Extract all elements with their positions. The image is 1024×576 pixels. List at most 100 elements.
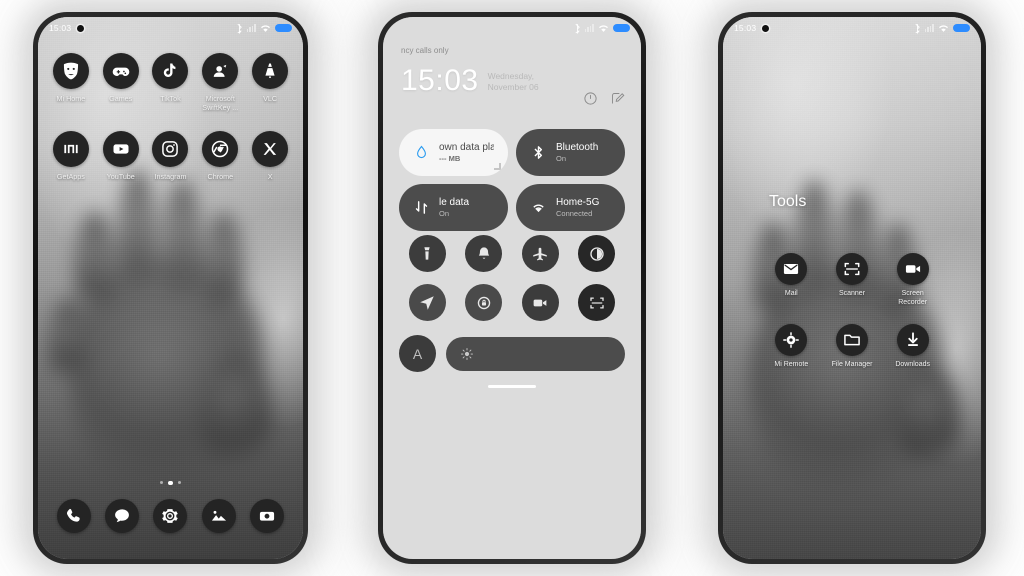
resize-handle-icon[interactable] [494, 163, 501, 170]
edit-icon[interactable] [610, 91, 625, 111]
phone-icon [57, 499, 92, 533]
signal-icon [924, 24, 934, 32]
status-time: 15:03 [734, 23, 757, 33]
dock-phone[interactable] [57, 499, 92, 533]
app-label: GetApps [56, 172, 85, 181]
app-label: TikTok [160, 94, 181, 103]
folder-app-mail[interactable]: Mail [761, 253, 822, 308]
app-getapps[interactable]: GetApps [46, 131, 96, 181]
tile-subtitle: On [556, 154, 567, 163]
gear-icon [153, 499, 188, 533]
tiktok-icon [152, 53, 189, 89]
tile-subtitle: On [439, 209, 450, 218]
page-dot [177, 480, 182, 484]
app-vlc[interactable]: VLC [245, 53, 295, 112]
drag-handle[interactable] [488, 385, 536, 388]
app-instagram[interactable]: Instagram [146, 131, 196, 181]
tile-data-plan[interactable]: own data plan --- MB [399, 129, 508, 176]
screen-record-icon [533, 299, 547, 306]
scanner-icon [590, 296, 604, 309]
sun-icon [461, 347, 473, 360]
chrome-icon [202, 131, 239, 167]
toggle-flashlight[interactable] [408, 235, 446, 272]
toggle-rotation-lock[interactable] [465, 284, 503, 321]
toggle-screen-record[interactable] [521, 284, 559, 321]
carrier-label: ncy calls only [401, 46, 449, 55]
app-label: Downloads [895, 360, 930, 368]
folder-title[interactable]: Tools [769, 193, 806, 211]
auto-brightness-button[interactable]: A [399, 335, 436, 372]
airplane-icon [533, 247, 547, 260]
phone3-display: 15:03 Tools Mail Scanner Screen Recorder… [723, 17, 981, 559]
status-bar: 15:03 [38, 17, 303, 39]
app-mi-home[interactable]: Mi Home [46, 53, 96, 112]
app-chrome[interactable]: Chrome [195, 131, 245, 181]
page-indicator[interactable] [38, 480, 303, 485]
app-x[interactable]: X [245, 131, 295, 181]
battery-icon [613, 23, 630, 33]
toggle-scanner[interactable] [578, 284, 616, 321]
app-label: File Manager [831, 360, 873, 368]
app-youtube[interactable]: YouTube [96, 131, 146, 181]
toggle-notifications[interactable] [465, 235, 503, 272]
toggle-location[interactable] [408, 284, 446, 321]
app-label: Screen Recorder [898, 290, 928, 306]
status-time: 15:03 [49, 23, 72, 33]
app-label: Mi Remote [774, 360, 809, 368]
youtube-icon [102, 131, 139, 167]
instagram-icon [152, 131, 189, 167]
brightness-slider[interactable] [446, 336, 625, 371]
getapps-icon [52, 131, 89, 167]
swiftkey-icon [202, 53, 239, 89]
control-center-actions [583, 91, 625, 111]
bluetooth-icon [534, 146, 543, 159]
app-microsoft-swiftkey[interactable]: Microsoft SwiftKey ... [195, 53, 245, 112]
wifi-icon [260, 24, 271, 33]
folder-app-scanner[interactable]: Scanner [822, 253, 883, 308]
control-center-panel: ncy calls only 15:03 Wednesday, November… [383, 17, 641, 559]
folder-app-file-manager[interactable]: File Manager [822, 323, 883, 370]
dock-camera[interactable] [249, 499, 284, 533]
folder-app-grid: Mail Scanner Screen Recorder Mi Remote F… [723, 253, 981, 369]
phone-home-screen: 15:03 Mi Home Games TikTok Microsoft Swi… [33, 12, 308, 564]
app-label: Mail [784, 290, 798, 297]
toggle-airplane-mode[interactable] [521, 235, 559, 272]
remote-icon [775, 323, 808, 356]
power-icon[interactable] [583, 91, 598, 111]
app-tiktok[interactable]: TikTok [146, 53, 196, 112]
tile-bluetooth[interactable]: Bluetooth On [516, 129, 625, 176]
phone-control-center: ncy calls only 15:03 Wednesday, November… [378, 12, 646, 564]
folder-app-downloads[interactable]: Downloads [882, 323, 943, 370]
gamepad-icon [102, 53, 139, 89]
bluetooth-icon [236, 23, 243, 34]
tile-mobile-data[interactable]: le data On [399, 184, 508, 231]
app-games[interactable]: Games [96, 53, 146, 112]
app-label: Games [109, 94, 133, 103]
clock-weekday: Wednesday, [487, 70, 535, 81]
status-bar [383, 17, 641, 39]
status-bar: 15:03 [723, 17, 981, 39]
camera-punch-hole [762, 24, 770, 32]
camera-icon [249, 499, 284, 533]
tile-wifi[interactable]: Home-5G Connected [516, 184, 625, 231]
bluetooth-icon [574, 23, 581, 34]
water-drop-icon [417, 145, 426, 159]
dock-settings[interactable] [153, 499, 188, 533]
tile-subtitle: --- MB [439, 154, 461, 163]
app-label: Scanner [838, 290, 866, 297]
phone2-display: ncy calls only 15:03 Wednesday, November… [383, 17, 641, 559]
home-dock [38, 499, 303, 533]
screen-record-icon [896, 253, 929, 285]
download-icon [896, 323, 929, 356]
app-label: YouTube [106, 172, 135, 181]
phone-folder-view: 15:03 Tools Mail Scanner Screen Recorder… [718, 12, 986, 564]
app-label: Instagram [154, 172, 187, 181]
dock-gallery[interactable] [201, 499, 236, 533]
folder-app-screen-recorder[interactable]: Screen Recorder [882, 253, 943, 308]
app-label: Mi Home [56, 94, 86, 103]
folder-app-mi-remote[interactable]: Mi Remote [761, 323, 822, 370]
dock-messages[interactable] [105, 499, 140, 533]
camera-punch-hole [77, 24, 85, 32]
app-label: Microsoft SwiftKey ... [202, 94, 239, 112]
toggle-dark-mode[interactable] [578, 235, 616, 272]
